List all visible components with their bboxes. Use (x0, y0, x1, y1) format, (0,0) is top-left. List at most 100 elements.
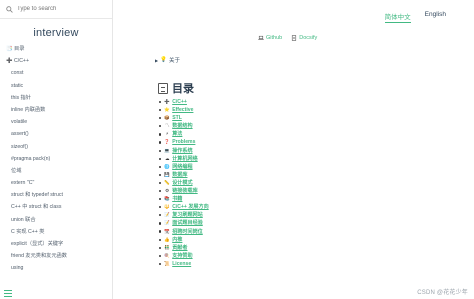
toc-link[interactable]: 面试题目经验 (172, 219, 203, 227)
lang-zh-link[interactable]: 简体中文 (384, 11, 411, 23)
bullet-icon (159, 173, 162, 176)
sidebar-item-label: friend 友元类和友元函数 (11, 253, 67, 260)
toc-item: ❓ Problems (159, 138, 209, 146)
sidebar-item-label: struct 和 typedef struct (11, 192, 63, 199)
sidebar-item[interactable]: using (0, 262, 112, 274)
sidebar-item[interactable]: extern "C" (0, 177, 112, 189)
toc-item: 🍭 支持赞助 (159, 252, 209, 260)
sidebar-item[interactable]: inline 内联函数 (0, 104, 112, 116)
toc-item-icon: ⚙ (165, 188, 170, 194)
sidebar-item-label: 目录 (14, 46, 25, 52)
toc-link[interactable]: 数据结构 (172, 122, 192, 130)
bullet-icon (159, 198, 162, 201)
sidebar-item[interactable]: static (0, 80, 112, 92)
toc-link[interactable]: Effective (172, 106, 193, 114)
site-title[interactable]: interview (0, 27, 112, 39)
toc-item-icon: 📆 (164, 228, 170, 234)
toc-item-icon: ⚡ (165, 131, 169, 137)
toc-link[interactable]: 操作系统 (172, 147, 192, 155)
bullet-icon (159, 181, 162, 185)
lightbulb-icon: 💡 (160, 57, 167, 63)
toc-link[interactable]: 支持赞助 (172, 252, 192, 260)
sidebar-item[interactable]: C 实现 C++ 类 (0, 226, 112, 238)
toc-item-icon: 🔱 (164, 204, 170, 210)
sidebar-toggle-button[interactable] (4, 290, 12, 297)
toc-item: 💾 数据库 (159, 171, 209, 179)
toc-item-icon: 📏 (164, 179, 170, 185)
toc-link[interactable]: 算法 (172, 130, 182, 138)
sidebar-item[interactable]: this 指针 (0, 92, 112, 104)
toc-item: 📚 书籍 (159, 195, 209, 203)
triangle-right-icon: ▶ (155, 57, 159, 63)
sidebar-item[interactable]: union 联合 (0, 214, 112, 226)
search-input[interactable] (17, 6, 99, 12)
sidebar-item[interactable]: struct 和 typedef struct (0, 189, 112, 201)
toc-link[interactable]: 书籍 (172, 195, 182, 203)
toc-item-icon: ❓ (164, 139, 170, 145)
about-label: 关于 (168, 58, 180, 64)
docsify-link[interactable]: Docsify (291, 35, 317, 41)
toc-link[interactable]: 数据库 (172, 171, 187, 179)
bullet-icon (159, 206, 162, 209)
toc-link[interactable]: License (172, 260, 191, 268)
laptop-icon (258, 35, 264, 40)
toc-link[interactable]: 内推 (172, 236, 182, 244)
toc-link[interactable]: 招聘时间岗位 (172, 228, 203, 236)
bullet-icon (159, 189, 162, 193)
toc-link[interactable]: C/C++ (172, 98, 187, 106)
sidebar-item[interactable]: friend 友元类和友元函数 (0, 250, 112, 262)
sidebar-item[interactable]: sizeof() (0, 141, 112, 153)
toc-item-icon: 👍 (164, 236, 170, 242)
sidebar-item[interactable]: 位域 (0, 165, 112, 177)
sidebar-item[interactable]: const (0, 67, 112, 79)
bullet-icon (159, 262, 162, 266)
sidebar-item[interactable]: volatile (0, 116, 112, 128)
sidebar-item-icon: ➕ (6, 58, 13, 65)
github-link[interactable]: Github (258, 35, 282, 41)
toc-item: 🔱 C/C++ 发展方向 (159, 203, 209, 211)
bullet-icon (159, 141, 162, 144)
bullet-icon (159, 149, 162, 152)
sidebar-item[interactable]: C++ 中 struct 和 class (0, 201, 112, 213)
sidebar-item-label: union 联合 (11, 216, 36, 223)
toc-item: 📝 复习刷题网站 (159, 211, 209, 219)
toc-item-icon: 🍭 (164, 252, 170, 258)
bullet-icon (159, 238, 162, 241)
toc-item-icon: 💾 (164, 171, 170, 177)
toc-item: 📆 招聘时间岗位 (159, 228, 209, 236)
toc-link[interactable]: STL (172, 114, 182, 122)
toc-link[interactable]: C/C++ 发展方向 (172, 203, 209, 211)
sidebar-item-label: extern "C" (11, 180, 35, 187)
lang-en-link[interactable]: English (425, 11, 446, 23)
sidebar-item[interactable]: explicit（显式）关键字 (0, 238, 112, 250)
toc-item: 〽数据结构 (159, 122, 209, 130)
toc-link[interactable]: 设计模式 (172, 179, 192, 187)
toc-link[interactable]: 计算机网络 (172, 155, 197, 163)
toc-link[interactable]: 贡献者 (172, 244, 187, 252)
document-icon (292, 35, 297, 41)
toc-item: 📏 设计模式 (159, 179, 209, 187)
sidebar-item[interactable]: #pragma pack(n) (0, 153, 112, 165)
toc-item: ⭐ Effective (159, 106, 209, 114)
sidebar-nav: 📑目录 ➕C/C++ const static this 指针 inline 内联函数 vo… (0, 43, 112, 275)
about-toggle[interactable]: ▶ 💡 关于 (155, 56, 180, 64)
sidebar-item-label: const (11, 70, 24, 77)
toc-item: 📜 License (159, 260, 209, 268)
search-icon (6, 5, 13, 13)
sidebar-item-label: C++ 中 struct 和 class (11, 204, 62, 211)
sidebar-item-label: static (11, 82, 24, 89)
github-link-label: Github (266, 35, 283, 41)
toc-link[interactable]: 链接装载库 (172, 187, 197, 195)
bullet-icon (159, 100, 162, 104)
menu-icon-line (4, 290, 12, 291)
sidebar-item[interactable]: assert() (0, 128, 112, 140)
toc-item-icon: ➕ (164, 99, 170, 104)
toc-link[interactable]: 网络编程 (172, 163, 192, 171)
watermark: CSDN @花花少年 (417, 290, 468, 296)
toc-link[interactable]: 复习刷题网站 (172, 211, 203, 219)
toc-list: ➕ C/C++ ⭐ Effective 📦 STL 〽数据结构 ⚡ 算法 ❓ Problems 💻 操作… (159, 98, 209, 268)
toc-item-icon: 📦 (164, 115, 170, 121)
toc-link[interactable]: Problems (172, 138, 195, 146)
sidebar-item[interactable]: ➕C/C++ (0, 55, 112, 67)
sidebar-item[interactable]: 📑目录 (0, 43, 112, 55)
